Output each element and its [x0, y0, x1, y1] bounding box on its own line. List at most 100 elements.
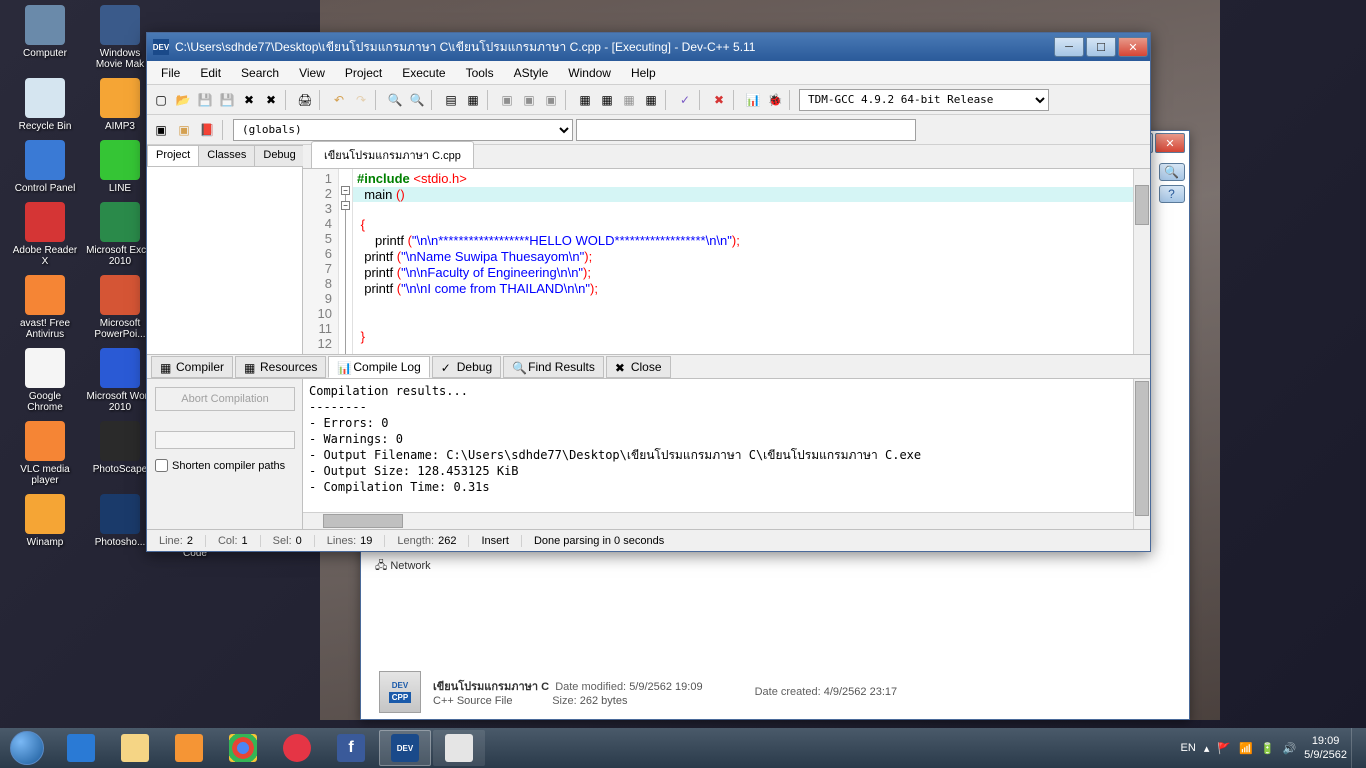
- desktop-icon[interactable]: Adobe Reader X: [10, 202, 80, 267]
- grid3-icon[interactable]: ▦: [641, 90, 661, 110]
- close-button[interactable]: ✕: [1118, 37, 1148, 57]
- desktop-icon[interactable]: Computer: [10, 5, 80, 70]
- desktop-icon[interactable]: PhotoScape: [85, 421, 155, 486]
- tray-volume-icon[interactable]: 🔊: [1278, 742, 1300, 755]
- menu-project[interactable]: Project: [335, 63, 392, 83]
- debug-icon[interactable]: ✓: [675, 90, 695, 110]
- menu-search[interactable]: Search: [231, 63, 289, 83]
- desktop-icon[interactable]: Windows Movie Mak: [85, 5, 155, 70]
- editor-vscrollbar[interactable]: [1133, 169, 1150, 354]
- desktop-icon[interactable]: avast! Free Antivirus: [10, 275, 80, 340]
- tray-chevron-icon[interactable]: ▴: [1200, 742, 1214, 755]
- taskbar-app[interactable]: [433, 730, 485, 766]
- menu-window[interactable]: Window: [558, 63, 621, 83]
- print-icon[interactable]: 🖨: [295, 90, 315, 110]
- devcpp-window[interactable]: DEV C:\Users\sdhde77\Desktop\เขียนโปรมแก…: [146, 32, 1151, 552]
- goto-icon[interactable]: ▤: [441, 90, 461, 110]
- fold-toggle-icon[interactable]: −: [341, 201, 350, 210]
- taskbar-facebook[interactable]: f: [325, 730, 377, 766]
- desktop-icon[interactable]: VLC media player: [10, 421, 80, 486]
- taskbar-opera[interactable]: [271, 730, 323, 766]
- close-all-icon[interactable]: ✖: [261, 90, 281, 110]
- undo-icon[interactable]: ↶: [329, 90, 349, 110]
- show-desktop-button[interactable]: [1351, 728, 1360, 768]
- exp-close-button[interactable]: ✕: [1155, 133, 1185, 153]
- log-hscrollbar[interactable]: [303, 512, 1133, 529]
- exp-nav-network[interactable]: 🖧 Network: [361, 551, 511, 582]
- menu-file[interactable]: File: [151, 63, 190, 83]
- profile-icon[interactable]: 📊: [743, 90, 763, 110]
- menu-edit[interactable]: Edit: [190, 63, 231, 83]
- taskbar-ie[interactable]: [55, 730, 107, 766]
- globals-select[interactable]: (globals): [233, 119, 573, 141]
- project-tree[interactable]: [147, 167, 302, 354]
- taskbar-chrome[interactable]: [217, 730, 269, 766]
- grid2-icon[interactable]: ▦: [619, 90, 639, 110]
- tray-clock[interactable]: 19:095/9/2562: [1300, 734, 1351, 763]
- exp-help-icon[interactable]: ?: [1159, 185, 1185, 203]
- titlebar[interactable]: DEV C:\Users\sdhde77\Desktop\เขียนโปรมแก…: [147, 33, 1150, 61]
- file-tab-active[interactable]: เขียนโปรมแกรมภาษา C.cpp: [311, 141, 474, 168]
- find-icon[interactable]: 🔍: [385, 90, 405, 110]
- redo-icon[interactable]: ↷: [351, 90, 371, 110]
- desktop-icon[interactable]: Microsoft PowerPoi...: [85, 275, 155, 340]
- taskbar-explorer[interactable]: [109, 730, 161, 766]
- output-tab-find-results[interactable]: 🔍Find Results: [503, 356, 604, 378]
- nav-book-icon[interactable]: 📕: [197, 120, 217, 140]
- output-tab-close[interactable]: ✖Close: [606, 356, 671, 378]
- panel-tab-debug[interactable]: Debug: [254, 145, 304, 166]
- panel-tab-project[interactable]: Project: [147, 145, 199, 166]
- desktop-icon[interactable]: LINE: [85, 140, 155, 194]
- desktop-icon[interactable]: Microsoft Word 2010: [85, 348, 155, 413]
- output-tab-resources[interactable]: ▦Resources: [235, 356, 326, 378]
- close-file-icon[interactable]: ✖: [239, 90, 259, 110]
- menu-help[interactable]: Help: [621, 63, 666, 83]
- run-icon[interactable]: ▣: [519, 90, 539, 110]
- desktop-icon[interactable]: Recycle Bin: [10, 78, 80, 132]
- compile-icon[interactable]: ▣: [497, 90, 517, 110]
- open-icon[interactable]: 📂: [173, 90, 193, 110]
- menu-view[interactable]: View: [289, 63, 335, 83]
- desktop-icon[interactable]: AIMP3: [85, 78, 155, 132]
- menu-astyle[interactable]: AStyle: [504, 63, 559, 83]
- tray-battery-icon[interactable]: 🔋: [1257, 742, 1279, 755]
- tray-network-icon[interactable]: 📶: [1235, 742, 1257, 755]
- members-select[interactable]: [576, 119, 916, 141]
- delete-profile-icon[interactable]: 🐞: [765, 90, 785, 110]
- code-area[interactable]: #include <stdio.h> main () { printf ("\n…: [353, 169, 1133, 354]
- output-tab-compile-log[interactable]: 📊Compile Log: [328, 356, 429, 378]
- compile-log[interactable]: Compilation results... -------- - Errors…: [303, 379, 1133, 512]
- new-file-icon[interactable]: ▢: [151, 90, 171, 110]
- compile-run-icon[interactable]: ▣: [541, 90, 561, 110]
- desktop-icon[interactable]: Control Panel: [10, 140, 80, 194]
- log-vscrollbar[interactable]: [1133, 379, 1150, 529]
- taskbar-media[interactable]: [163, 730, 215, 766]
- compiler-select[interactable]: TDM-GCC 4.9.2 64-bit Release: [799, 89, 1049, 111]
- lang-indicator[interactable]: EN: [1177, 742, 1200, 754]
- grid1-icon[interactable]: ▦: [597, 90, 617, 110]
- rebuild-icon[interactable]: ▦: [575, 90, 595, 110]
- bookmark-icon[interactable]: ▦: [463, 90, 483, 110]
- panel-tab-classes[interactable]: Classes: [198, 145, 255, 166]
- nav-fwd-icon[interactable]: ▣: [174, 120, 194, 140]
- nav-back-icon[interactable]: ▣: [151, 120, 171, 140]
- output-tab-compiler[interactable]: ▦Compiler: [151, 356, 233, 378]
- desktop-icon[interactable]: Microsoft Excel 2010: [85, 202, 155, 267]
- maximize-button[interactable]: ☐: [1086, 37, 1116, 57]
- tray-flag-icon[interactable]: 🚩: [1213, 742, 1235, 755]
- exp-search-icon[interactable]: 🔍: [1159, 163, 1185, 181]
- minimize-button[interactable]: ─: [1054, 37, 1084, 57]
- start-button[interactable]: [0, 728, 54, 768]
- fold-toggle-icon[interactable]: −: [341, 186, 350, 195]
- save-icon[interactable]: 💾: [195, 90, 215, 110]
- stop-icon[interactable]: ✖: [709, 90, 729, 110]
- desktop-icon[interactable]: Google Chrome: [10, 348, 80, 413]
- code-editor[interactable]: 123456789101112 − − #include <stdio.h> m…: [303, 169, 1150, 354]
- desktop-icon[interactable]: Winamp: [10, 494, 80, 559]
- replace-icon[interactable]: 🔍: [407, 90, 427, 110]
- taskbar-devcpp[interactable]: DEV: [379, 730, 431, 766]
- save-all-icon[interactable]: 💾: [217, 90, 237, 110]
- output-tab-debug[interactable]: ✓Debug: [432, 356, 501, 378]
- menu-tools[interactable]: Tools: [456, 63, 504, 83]
- menu-execute[interactable]: Execute: [392, 63, 455, 83]
